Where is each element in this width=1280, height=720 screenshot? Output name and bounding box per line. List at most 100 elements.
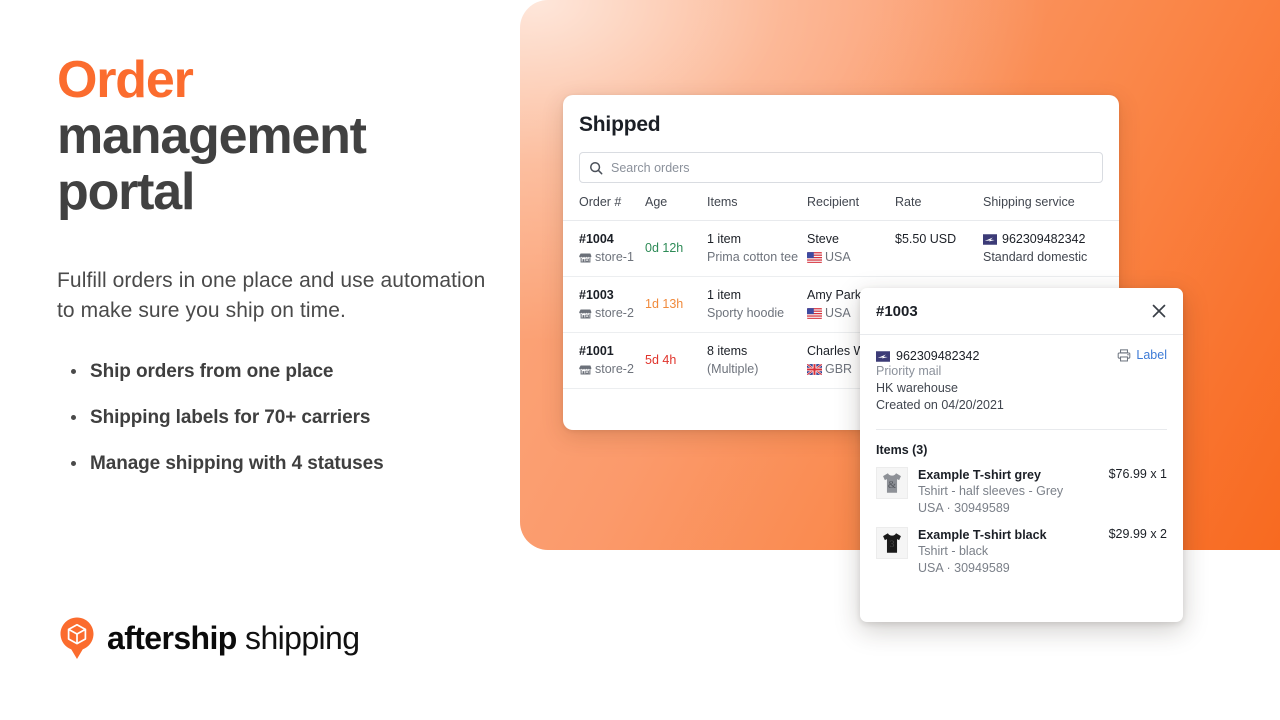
item-details: Example T-shirt black Tshirt - black USA… bbox=[918, 527, 1101, 577]
feature-list: Ship orders from one place Shipping labe… bbox=[57, 360, 497, 476]
column-header-shipping-service: Shipping service bbox=[983, 195, 1119, 221]
storefront-icon bbox=[579, 308, 592, 318]
item-sku: USA · 30949589 bbox=[918, 501, 1010, 515]
recipient-name: Steve bbox=[807, 232, 839, 246]
logo-word-bold: aftership bbox=[107, 620, 237, 656]
subheadline: Fulfill orders in one place and use auto… bbox=[57, 269, 486, 322]
age-cell: 1d 13h bbox=[645, 276, 707, 333]
item-sku: USA · 30949589 bbox=[918, 561, 1010, 575]
flag-gbr-icon bbox=[807, 363, 822, 375]
usps-icon bbox=[983, 234, 997, 245]
store-name: store-2 bbox=[595, 306, 634, 320]
country-code: GBR bbox=[825, 362, 853, 376]
column-header-items: Items bbox=[707, 195, 807, 221]
items-cell: 8 items (Multiple) bbox=[707, 332, 807, 389]
detail-created-date: Created on 04/20/2021 bbox=[876, 398, 1004, 412]
items-count: 1 item bbox=[707, 232, 742, 246]
order-number: #1004 bbox=[579, 232, 614, 246]
items-detail: Prima cotton tee bbox=[707, 250, 799, 264]
headline-accent: Order bbox=[57, 51, 194, 109]
search-input[interactable] bbox=[611, 160, 1093, 175]
order-detail-panel: #1003 962309482342 Priority mail HK ware… bbox=[860, 288, 1183, 622]
orders-card-title: Shipped bbox=[579, 113, 661, 136]
country-code: USA bbox=[825, 306, 851, 320]
page-title: Order management portal bbox=[57, 52, 497, 220]
usps-icon bbox=[876, 350, 890, 362]
item-description: Tshirt - half sleeves - Grey bbox=[918, 484, 1064, 498]
age-cell: 5d 4h bbox=[645, 332, 707, 389]
tshirt-grey-icon: & bbox=[883, 473, 901, 493]
recipient-country: USA bbox=[807, 249, 895, 265]
age-value: 0d 12h bbox=[645, 241, 684, 255]
column-header-age: Age bbox=[645, 195, 707, 221]
rate-cell: $5.50 USD bbox=[895, 220, 983, 277]
order-cell: #1001 store-2 bbox=[563, 332, 645, 389]
items-detail: Sporty hoodie bbox=[707, 306, 785, 320]
items-cell: 1 item Sporty hoodie bbox=[707, 276, 807, 333]
item-name: Example T-shirt grey bbox=[918, 468, 1041, 482]
marketing-column: Order management portal Fulfill orders i… bbox=[57, 52, 497, 498]
storefront-icon bbox=[579, 364, 592, 374]
printer-icon bbox=[1118, 348, 1131, 361]
order-cell: #1004 store-1 bbox=[563, 220, 645, 277]
order-number: #1001 bbox=[579, 344, 614, 358]
detail-service: Priority mail bbox=[876, 364, 942, 378]
svg-text:&: & bbox=[888, 480, 897, 491]
recipient-cell: Steve USA bbox=[807, 220, 895, 277]
tshirt-black-icon: 3 bbox=[883, 533, 901, 553]
order-number: #1003 bbox=[579, 288, 614, 302]
item-details: Example T-shirt grey Tshirt - half sleev… bbox=[918, 467, 1101, 517]
table-header-row: Order # Age Items Recipient Rate Shippin… bbox=[563, 195, 1119, 221]
shipping-service-cell: 962309482342 Standard domestic bbox=[983, 220, 1119, 277]
logo-wordmark: aftership shipping bbox=[107, 620, 360, 656]
service-name: Standard domestic bbox=[983, 250, 1088, 264]
close-icon[interactable] bbox=[1151, 303, 1167, 319]
column-header-recipient: Recipient bbox=[807, 195, 895, 221]
detail-order-number: #1003 bbox=[876, 302, 918, 320]
store-label: store-2 bbox=[579, 305, 645, 321]
print-label-button[interactable]: Label bbox=[1117, 348, 1167, 362]
aftership-pin-box-icon bbox=[60, 617, 94, 659]
headline-line-3: portal bbox=[57, 163, 195, 221]
svg-text:3: 3 bbox=[890, 539, 895, 550]
store-name: store-2 bbox=[595, 362, 634, 376]
item-thumbnail: 3 bbox=[876, 527, 908, 559]
items-count: 1 item bbox=[707, 288, 742, 302]
detail-divider bbox=[876, 429, 1167, 430]
search-icon bbox=[590, 161, 603, 174]
list-item[interactable]: 3 Example T-shirt black Tshirt - black U… bbox=[860, 517, 1183, 577]
detail-warehouse: HK warehouse bbox=[876, 381, 958, 395]
age-value: 1d 13h bbox=[645, 297, 684, 311]
detail-items-title: Items (3) bbox=[876, 443, 928, 457]
column-header-rate: Rate bbox=[895, 195, 983, 221]
headline-line-2: management bbox=[57, 107, 367, 165]
search-bar[interactable] bbox=[579, 152, 1103, 183]
store-label: store-1 bbox=[579, 249, 645, 265]
item-name: Example T-shirt black bbox=[918, 528, 1047, 542]
detail-tracking-number: 962309482342 bbox=[896, 349, 980, 363]
column-header-order: Order # bbox=[563, 195, 645, 221]
item-price: $76.99 x 1 bbox=[1108, 467, 1167, 481]
item-thumbnail: & bbox=[876, 467, 908, 499]
age-value: 5d 4h bbox=[645, 353, 677, 367]
order-cell: #1003 store-2 bbox=[563, 276, 645, 333]
promo-screenshot: Order management portal Fulfill orders i… bbox=[0, 0, 1280, 720]
list-item: Ship orders from one place bbox=[57, 360, 497, 384]
country-code: USA bbox=[825, 250, 851, 264]
store-label: store-2 bbox=[579, 361, 645, 377]
detail-shipment-meta: 962309482342 Priority mail HK warehouse … bbox=[860, 335, 1183, 414]
list-item: Shipping labels for 70+ carriers bbox=[57, 406, 497, 430]
item-description: Tshirt - black bbox=[918, 544, 989, 558]
flag-usa-icon bbox=[807, 307, 822, 319]
table-row[interactable]: #1004 store-1 0d 12h 1 item Prima cotton… bbox=[563, 220, 1119, 277]
detail-panel-header: #1003 bbox=[860, 288, 1183, 335]
flag-usa-icon bbox=[807, 251, 822, 263]
items-count: 8 items bbox=[707, 344, 748, 358]
tracking-row: 962309482342 bbox=[983, 232, 1119, 247]
item-price: $29.99 x 2 bbox=[1108, 527, 1167, 541]
items-detail: (Multiple) bbox=[707, 362, 759, 376]
tracking-number: 962309482342 bbox=[1002, 232, 1086, 246]
print-label-text: Label bbox=[1136, 348, 1167, 362]
list-item[interactable]: & Example T-shirt grey Tshirt - half sle… bbox=[860, 457, 1183, 517]
store-name: store-1 bbox=[595, 250, 634, 264]
